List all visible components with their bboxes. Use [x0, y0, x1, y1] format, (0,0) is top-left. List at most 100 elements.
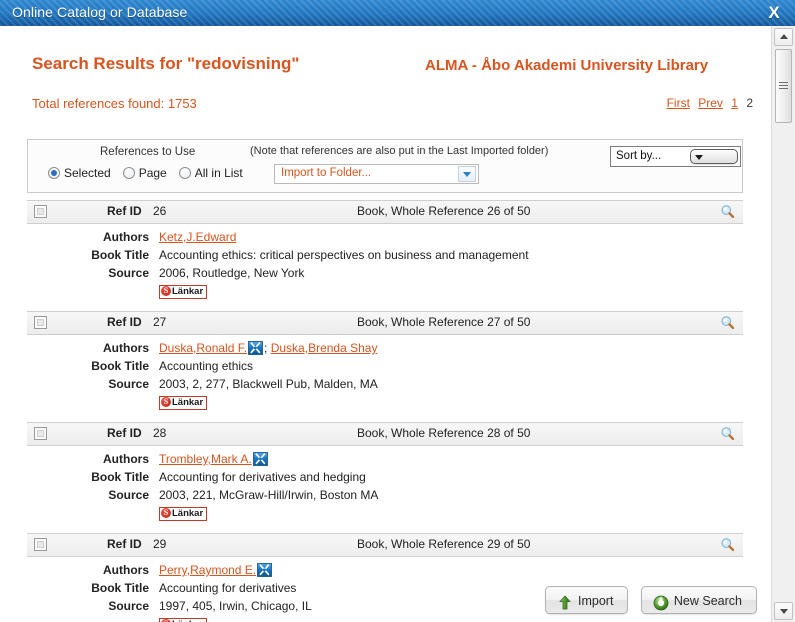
scrollbar-grip-icon — [779, 82, 788, 90]
radio-selected[interactable]: Selected — [48, 166, 111, 180]
institution-title: ALMA - Åbo Akademi University Library — [425, 57, 709, 74]
total-references: Total references found: 1753 — [32, 96, 197, 111]
cross-search-icon[interactable] — [252, 452, 268, 466]
magnifier-icon[interactable] — [720, 204, 735, 219]
controls-panel: References to Use Selected Page All in Lis… — [27, 139, 743, 193]
lankar-row: Länkar — [27, 507, 743, 525]
magnifier-icon[interactable] — [720, 426, 735, 441]
radio-page-label: Page — [138, 166, 167, 180]
radio-all-in-list-label: All in List — [194, 166, 243, 180]
lankar-button[interactable]: Länkar — [159, 507, 208, 521]
author-link[interactable]: Duska,Ronald F. — [159, 341, 247, 355]
import-button[interactable]: Import — [545, 586, 629, 614]
radio-page[interactable]: Page — [122, 166, 167, 180]
authors-value: Ketz,J.Edward — [159, 230, 236, 244]
footer-actions: Import New Search — [537, 586, 757, 614]
ref-id-value: 27 — [153, 315, 167, 329]
chevron-down-icon[interactable] — [690, 149, 738, 164]
magnifier-icon[interactable] — [720, 537, 735, 552]
pager-page-2[interactable]: 2 — [746, 96, 753, 110]
source-value: 1997, 405, Irwin, Chicago, IL — [159, 599, 312, 613]
lankar-button[interactable]: Länkar — [159, 396, 208, 410]
pager-prev-link[interactable]: Prev — [698, 96, 723, 110]
ref-id-label: Ref ID — [107, 426, 142, 440]
authors-label: Authors — [103, 452, 149, 466]
pager-first-link[interactable]: First — [667, 96, 690, 110]
pager-page-1-link[interactable]: 1 — [731, 96, 738, 110]
cross-search-icon[interactable] — [257, 563, 273, 577]
authors-value: Trombley,Mark A. — [159, 452, 269, 466]
sort-by-value: Sort by... — [616, 150, 662, 162]
sfx-icon — [161, 396, 171, 408]
radio-selected-label: Selected — [64, 166, 111, 180]
book-title-value: Accounting for derivatives and hedging — [159, 470, 366, 484]
source-row: Source 2006, Routledge, New York — [27, 266, 743, 284]
source-value: 2006, Routledge, New York — [159, 266, 305, 280]
new-search-button-label: New Search — [673, 594, 742, 608]
reference-type: Book, Whole Reference 28 of 50 — [357, 426, 531, 440]
result-header: Ref ID 28 Book, Whole Reference 28 of 50 — [27, 422, 743, 446]
book-title-value: Accounting ethics — [159, 359, 254, 373]
source-row: Source 2003, 221, McGraw-Hill/Irwin, Bost… — [27, 488, 743, 506]
ref-id-value: 26 — [153, 204, 167, 218]
close-icon[interactable]: X — [763, 2, 785, 24]
vertical-scrollbar[interactable] — [771, 26, 795, 622]
result-header: Ref ID 27 Book, Whole Reference 27 of 50 — [27, 311, 743, 335]
author-link[interactable]: Perry,Raymond E. — [159, 563, 256, 577]
radio-all-in-list[interactable]: All in List — [178, 166, 243, 180]
source-label: Source — [108, 377, 149, 391]
scrollbar-thumb[interactable] — [775, 49, 792, 123]
result-body: Authors Ketz,J.Edward Book Title Accounting… — [27, 224, 743, 311]
sfx-icon — [161, 285, 171, 297]
lankar-label: Länkar — [172, 397, 204, 408]
magnifier-icon[interactable] — [720, 315, 735, 330]
book-title-label: Book Title — [91, 470, 149, 484]
scroll-down-icon[interactable] — [774, 602, 793, 620]
window-title: Online Catalog or Database — [12, 4, 188, 20]
result-body: Authors Duska,Ronald F.; Duska,Brenda Sha… — [27, 335, 743, 422]
chevron-down-icon[interactable] — [458, 166, 476, 182]
main-content: Search Results for "redovisning" ALMA - … — [0, 26, 771, 622]
authors-label: Authors — [103, 341, 149, 355]
lankar-button[interactable]: Länkar — [159, 285, 208, 299]
author-link[interactable]: Ketz,J.Edward — [159, 230, 236, 244]
references-to-use-radiogroup: Selected Page All in List — [48, 166, 255, 180]
author-link[interactable]: Trombley,Mark A. — [159, 452, 252, 466]
source-label: Source — [108, 599, 149, 613]
refresh-circle-icon — [653, 593, 669, 611]
authors-label: Authors — [103, 230, 149, 244]
ref-id-label: Ref ID — [107, 204, 142, 218]
result-checkbox[interactable] — [34, 205, 47, 218]
page-header: Search Results for "redovisning" ALMA - … — [0, 54, 760, 88]
result-checkbox[interactable] — [34, 538, 47, 551]
scroll-up-icon[interactable] — [774, 28, 793, 46]
source-label: Source — [108, 266, 149, 280]
source-row: Source 2003, 2, 277, Blackwell Pub, Malde… — [27, 377, 743, 395]
ref-id-label: Ref ID — [107, 537, 142, 551]
book-title-label: Book Title — [91, 248, 149, 262]
authors-row: Authors Perry,Raymond E. — [27, 563, 743, 581]
lankar-row: Länkar — [27, 618, 743, 622]
lankar-label: Länkar — [172, 286, 204, 297]
reference-type: Book, Whole Reference 27 of 50 — [357, 315, 531, 329]
result-checkbox[interactable] — [34, 427, 47, 440]
new-search-button[interactable]: New Search — [640, 586, 757, 614]
cross-search-icon[interactable] — [248, 341, 263, 355]
authors-value: Perry,Raymond E. — [159, 563, 273, 577]
result-entry: Ref ID 27 Book, Whole Reference 27 of 50 Au… — [27, 311, 743, 422]
author-link[interactable]: Duska,Brenda Shay — [271, 341, 378, 355]
page-title: Search Results for "redovisning" — [32, 54, 300, 73]
folder-note: (Note that references are also put in th… — [250, 145, 549, 157]
import-to-folder-select[interactable]: Import to Folder... — [274, 164, 479, 184]
authors-row: Authors Duska,Ronald F.; Duska,Brenda Sha… — [27, 341, 743, 359]
lankar-row: Länkar — [27, 396, 743, 414]
author-separator: ; — [264, 341, 271, 355]
book-title-value: Accounting ethics: critical perspectives… — [159, 248, 529, 262]
lankar-label: Länkar — [172, 508, 204, 519]
result-body: Authors Trombley,Mark A. Book Title Account… — [27, 446, 743, 533]
sort-by-select[interactable]: Sort by... — [610, 146, 741, 167]
window-titlebar: Online Catalog or Database X — [0, 0, 795, 26]
authors-row: Authors Trombley,Mark A. — [27, 452, 743, 470]
lankar-button[interactable]: Länkar — [159, 618, 208, 622]
result-checkbox[interactable] — [34, 316, 47, 329]
